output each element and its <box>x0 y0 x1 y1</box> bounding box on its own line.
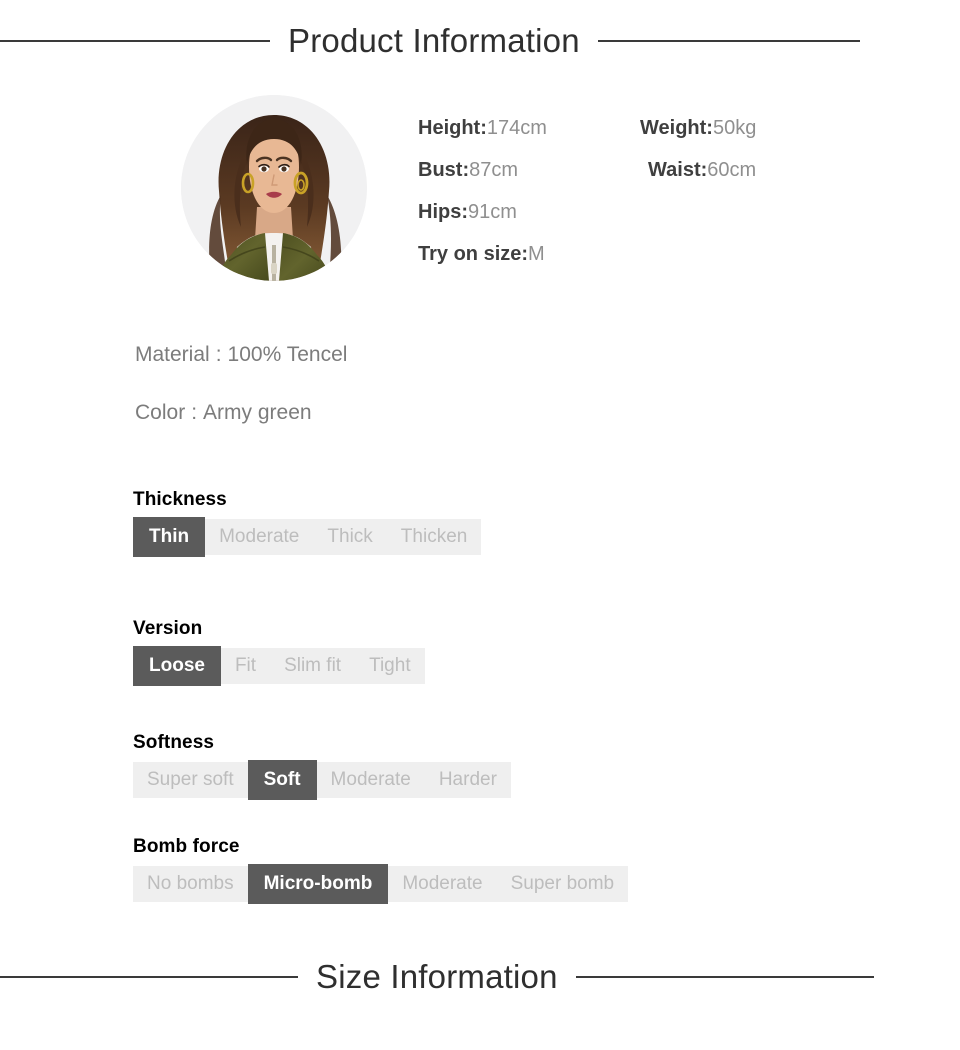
measurement-try-on-size: Try on size:M <box>418 243 640 266</box>
measurement-value: 87cm <box>469 158 519 181</box>
attribute-label: Thickness <box>133 489 227 510</box>
measurement-row: Hips:91cm <box>418 191 888 233</box>
product-specs: Material:100% Tencel Color: Army green <box>135 338 347 454</box>
measurement-value: M <box>528 242 545 265</box>
size-information-title: Size Information <box>316 958 558 995</box>
measurement-row: Bust:87cm Waist:60cm <box>418 149 888 191</box>
measurement-row: Try on size:M <box>418 233 888 275</box>
measurement-label: Height: <box>418 116 487 139</box>
spec-value: 100% Tencel <box>227 343 348 366</box>
attribute-label: Softness <box>133 732 215 753</box>
header-rule-left <box>0 975 298 978</box>
measurement-weight: Weight:50kg <box>640 117 880 140</box>
attribute-softness: Softness Super soft Soft Moderate Harder <box>133 732 511 800</box>
attribute-scale-softness: Super soft Soft Moderate Harder <box>133 760 511 800</box>
measurement-value: 91cm <box>468 200 517 223</box>
attribute-scale-bomb-force: No bombs Micro-bomb Moderate Super bomb <box>133 864 629 904</box>
chip-thicken[interactable]: Thicken <box>387 519 482 555</box>
chip-soft[interactable]: Soft <box>247 760 317 800</box>
measurement-label: Bust: <box>418 158 470 181</box>
chip-super-bomb[interactable]: Super bomb <box>497 866 629 902</box>
header-rule-right <box>575 975 874 978</box>
chip-moderate[interactable]: Moderate <box>205 519 313 555</box>
chip-fit[interactable]: Fit <box>221 648 270 684</box>
measurement-height: Height:174cm <box>418 117 640 140</box>
attribute-scale-version: Loose Fit Slim fit Tight <box>133 646 425 686</box>
model-photo <box>181 95 367 281</box>
attribute-label: Bomb force <box>133 836 240 857</box>
chip-thin[interactable]: Thin <box>133 517 206 557</box>
chip-micro-bomb[interactable]: Micro-bomb <box>247 864 389 904</box>
model-measurements: Height:174cm Weight:50kg Bust:87cm Waist… <box>418 107 888 275</box>
attribute-label: Version <box>133 618 203 639</box>
chip-thick[interactable]: Thick <box>313 519 386 555</box>
size-information-header: Size Information <box>0 960 960 993</box>
chip-harder[interactable]: Harder <box>425 762 511 798</box>
model-photo-illustration <box>181 95 367 281</box>
chip-super-soft[interactable]: Super soft <box>133 762 248 798</box>
spec-separator: : <box>191 401 198 424</box>
header-rule-right <box>597 39 860 42</box>
header-rule-left <box>0 39 270 42</box>
chip-slim-fit[interactable]: Slim fit <box>270 648 355 684</box>
attribute-thickness: Thickness Thin Moderate Thick Thicken <box>133 489 482 557</box>
spec-color: Color: Army green <box>135 396 347 454</box>
page-title: Product Information <box>288 22 580 59</box>
spec-label: Color <box>135 401 186 424</box>
measurement-value: 174cm <box>486 116 547 139</box>
measurement-label: Hips: <box>418 200 468 223</box>
product-information-header: Product Information <box>0 24 960 57</box>
spec-material: Material:100% Tencel <box>135 338 347 396</box>
attribute-version: Version Loose Fit Slim fit Tight <box>133 618 425 686</box>
attribute-scale-thickness: Thin Moderate Thick Thicken <box>133 517 482 557</box>
chip-no-bombs[interactable]: No bombs <box>133 866 248 902</box>
measurement-waist: Waist:60cm <box>640 159 888 182</box>
spec-label: Material <box>135 343 210 366</box>
spec-separator: : <box>215 343 222 366</box>
measurement-label: Try on size: <box>418 242 529 265</box>
chip-moderate[interactable]: Moderate <box>317 762 425 798</box>
chip-loose[interactable]: Loose <box>133 646 221 686</box>
measurement-label: Weight: <box>640 116 713 139</box>
measurement-hips: Hips:91cm <box>418 201 640 224</box>
measurement-bust: Bust:87cm <box>418 159 640 182</box>
measurement-row: Height:174cm Weight:50kg <box>418 107 888 149</box>
attribute-bomb-force: Bomb force No bombs Micro-bomb Moderate … <box>133 836 629 904</box>
chip-moderate[interactable]: Moderate <box>388 866 496 902</box>
measurement-value: 50kg <box>712 116 757 139</box>
measurement-value: 60cm <box>707 158 757 181</box>
spec-value: Army green <box>203 401 312 424</box>
measurement-label: Waist: <box>648 158 708 181</box>
chip-tight[interactable]: Tight <box>355 648 425 684</box>
